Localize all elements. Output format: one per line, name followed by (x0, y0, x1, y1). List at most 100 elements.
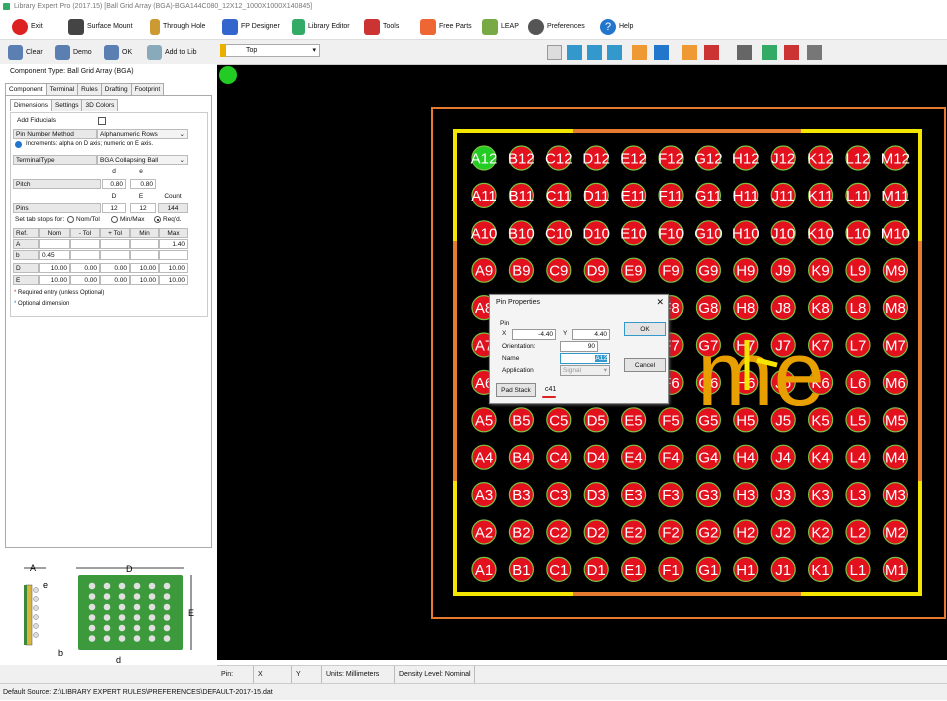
pad[interactable]: C2 (546, 519, 572, 545)
pad[interactable]: H8 (733, 295, 759, 321)
pad[interactable]: J4 (770, 444, 796, 470)
pad[interactable]: L9 (845, 257, 871, 283)
nom-tol-radio[interactable] (67, 216, 74, 223)
zoom-in-icon[interactable] (587, 45, 602, 60)
pad[interactable]: K4 (807, 444, 834, 470)
fp-designer-button[interactable]: FP Designer (222, 17, 280, 36)
pad[interactable]: H4 (733, 444, 759, 470)
add-pad-icon[interactable] (762, 45, 777, 60)
pad[interactable]: D11 (583, 182, 609, 208)
table-cell-min[interactable]: 10.00 (130, 263, 159, 273)
back-icon[interactable] (654, 45, 669, 60)
align-icon[interactable] (682, 45, 697, 60)
pad[interactable]: E1 (621, 556, 647, 582)
pad[interactable]: J1 (770, 556, 796, 582)
pad[interactable]: B9 (508, 257, 534, 283)
pad[interactable]: F12 (658, 145, 684, 171)
table-cell-minus-tol[interactable] (70, 239, 100, 249)
pad[interactable]: L3 (845, 482, 871, 508)
pin-number-method-select[interactable]: Alphanumeric Rows ⌄ (97, 129, 188, 139)
pad[interactable]: B11 (509, 182, 535, 208)
orientation-input[interactable]: 90 (560, 341, 598, 352)
pad[interactable]: J8 (770, 295, 796, 321)
pad-stack-button[interactable]: Pad Stack (496, 383, 536, 397)
reqd-radio[interactable] (154, 216, 161, 223)
pan-icon[interactable] (607, 45, 622, 60)
tab-drafting[interactable]: Drafting (100, 83, 132, 95)
pad[interactable]: A10 (471, 220, 498, 246)
table-cell-nom[interactable]: 10.00 (39, 263, 70, 273)
pad[interactable]: A1 (471, 556, 497, 582)
pad[interactable]: K1 (807, 556, 834, 582)
through-hole-button[interactable]: Through Hole (150, 17, 205, 36)
wrench-icon[interactable] (807, 45, 822, 60)
add-to-lib-button[interactable]: Add to Lib (147, 43, 197, 62)
table-cell-minus-tol[interactable]: 0.00 (70, 275, 100, 285)
delete-icon[interactable] (784, 45, 799, 60)
pad[interactable]: L11 (845, 182, 871, 208)
table-cell-max[interactable]: 10.00 (159, 275, 188, 285)
pad[interactable]: D12 (582, 145, 610, 171)
preferences-button[interactable]: Preferences (528, 17, 585, 36)
pins-D-input[interactable]: 12 (102, 203, 126, 213)
demo-button[interactable]: Demo (55, 43, 92, 62)
add-fiducials-checkbox[interactable] (98, 117, 106, 125)
free-parts-button[interactable]: Free Parts (420, 17, 472, 36)
pad[interactable]: M8 (882, 295, 909, 321)
table-cell-min[interactable] (130, 250, 159, 260)
pad[interactable]: D10 (582, 220, 610, 246)
cancel-button[interactable]: Cancel (624, 358, 666, 372)
pad[interactable]: K10 (807, 220, 834, 246)
pad[interactable]: L8 (845, 295, 871, 321)
tab-3d-colors[interactable]: 3D Colors (81, 99, 119, 111)
pad[interactable]: L1 (845, 556, 871, 582)
pad[interactable]: H1 (733, 556, 759, 582)
pad[interactable]: L12 (845, 145, 871, 171)
pad[interactable]: K12 (807, 145, 834, 171)
pad[interactable]: G12 (694, 145, 723, 171)
table-cell-max[interactable]: 1.40 (159, 239, 188, 249)
pad[interactable]: M6 (882, 369, 909, 395)
pad[interactable]: B2 (508, 519, 534, 545)
pad[interactable]: M1 (882, 556, 909, 582)
min-max-radio[interactable] (111, 216, 118, 223)
pad[interactable]: B1 (508, 556, 534, 582)
clear-button[interactable]: Clear (8, 43, 43, 62)
pad[interactable]: F9 (658, 257, 684, 283)
leap-button[interactable]: LEAP (482, 17, 519, 36)
pad[interactable]: M9 (882, 257, 909, 283)
pad[interactable]: K3 (807, 482, 834, 508)
pad[interactable]: K2 (807, 519, 834, 545)
print-icon[interactable] (737, 45, 752, 60)
ok-button[interactable]: OK (624, 322, 666, 336)
ok-button[interactable]: OK (104, 43, 132, 62)
pad[interactable]: G2 (695, 519, 721, 545)
pad[interactable]: E11 (621, 182, 647, 208)
pad[interactable]: D3 (583, 482, 609, 508)
pad[interactable]: D4 (583, 444, 609, 470)
pad[interactable]: C1 (546, 556, 572, 582)
pad[interactable]: G1 (695, 556, 721, 582)
pad[interactable]: G3 (695, 482, 721, 508)
pad[interactable]: C3 (546, 482, 572, 508)
pad[interactable]: J3 (770, 482, 796, 508)
pad[interactable]: D9 (583, 257, 609, 283)
tools-button[interactable]: Tools (364, 17, 399, 36)
pad[interactable]: F11 (658, 182, 684, 208)
pad[interactable]: M5 (882, 407, 909, 433)
table-cell-min[interactable]: 10.00 (130, 275, 159, 285)
pad[interactable]: C11 (546, 182, 572, 208)
pad[interactable]: E5 (621, 407, 647, 433)
y-input[interactable]: 4.40 (572, 329, 610, 340)
pad[interactable]: L5 (845, 407, 871, 433)
pad[interactable]: L4 (845, 444, 871, 470)
application-select[interactable]: Signal ▾ (560, 365, 610, 376)
pad[interactable]: H12 (732, 145, 760, 171)
pad[interactable]: E2 (621, 519, 647, 545)
pad[interactable]: B5 (508, 407, 534, 433)
close-icon[interactable]: ✕ (656, 297, 664, 308)
pad[interactable]: J2 (770, 519, 796, 545)
pad[interactable]: H3 (733, 482, 759, 508)
surface-mount-button[interactable]: Surface Mount (68, 17, 133, 36)
pad[interactable]: B4 (508, 444, 534, 470)
